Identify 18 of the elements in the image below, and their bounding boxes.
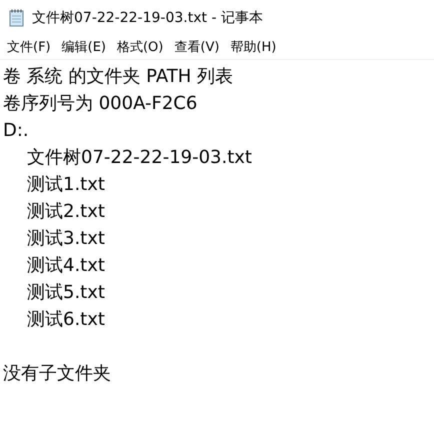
- text-line: D:.: [3, 119, 29, 143]
- menu-item[interactable]: 编辑(E): [56, 38, 111, 56]
- notepad-icon: [9, 8, 25, 26]
- text-line: 测试2.txt: [27, 200, 105, 224]
- text-line: 卷序列号为 000A-F2C6: [3, 92, 198, 116]
- menu-item[interactable]: 查看(V): [169, 38, 224, 56]
- text-line: 测试4.txt: [27, 254, 105, 278]
- text-line: 卷 系统 的文件夹 PATH 列表: [3, 65, 234, 89]
- text-line: 测试1.txt: [27, 173, 105, 197]
- text-line: 文件树07-22-22-19-03.txt: [27, 146, 252, 170]
- menu-item[interactable]: 文件(F): [2, 38, 56, 56]
- text-line: 测试6.txt: [27, 308, 105, 332]
- window-title: 文件树07-22-22-19-03.txt - 记事本: [32, 8, 263, 26]
- menu-item[interactable]: 帮助(H): [225, 38, 282, 56]
- text-line: 没有子文件夹: [3, 362, 111, 386]
- text-line: 测试3.txt: [27, 227, 105, 251]
- text-line: 测试5.txt: [27, 281, 105, 305]
- menu-item[interactable]: 格式(O): [112, 38, 168, 56]
